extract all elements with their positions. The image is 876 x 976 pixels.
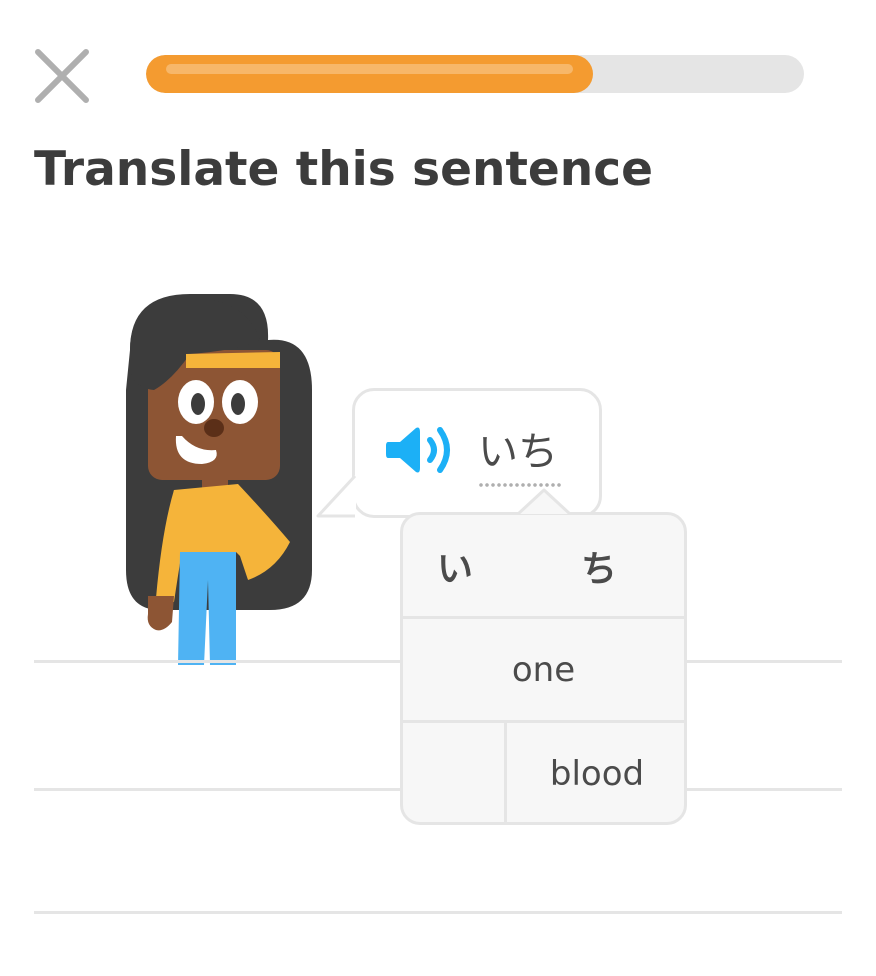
answer-line-3 bbox=[34, 911, 842, 914]
close-x-icon bbox=[35, 49, 89, 103]
character-illustration bbox=[126, 294, 312, 665]
hint-meaning-row: blood bbox=[403, 723, 684, 822]
hint-popover: い ち one blood bbox=[400, 512, 687, 825]
progress-bar-fill bbox=[146, 55, 594, 93]
hint-meaning-row: one bbox=[403, 619, 684, 723]
hint-meaning: one bbox=[511, 649, 576, 690]
play-audio-button[interactable] bbox=[384, 420, 456, 480]
speaker-icon bbox=[386, 427, 450, 473]
progress-bar bbox=[146, 55, 804, 93]
hint-characters-row: い ち bbox=[403, 515, 684, 619]
hint-meaning: blood bbox=[549, 754, 645, 794]
close-button[interactable] bbox=[30, 44, 94, 108]
prompt-word[interactable]: いち bbox=[478, 424, 558, 480]
hint-character: ち bbox=[580, 548, 617, 590]
speech-bubble-tail bbox=[316, 474, 357, 518]
progress-bar-highlight bbox=[166, 64, 574, 74]
hint-character: い bbox=[436, 548, 473, 590]
hint-popover-arrow bbox=[516, 488, 572, 516]
page-title: Translate this sentence bbox=[34, 142, 653, 197]
